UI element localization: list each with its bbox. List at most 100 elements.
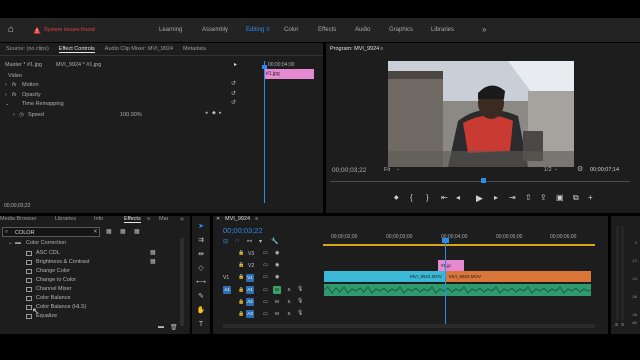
close-sequence-icon[interactable]: ✕ xyxy=(216,216,220,222)
new-bin-icon[interactable]: ▬ xyxy=(158,324,164,330)
tab-effects[interactable]: Effects xyxy=(318,18,336,42)
effect-channel-mixer[interactable]: Channel Mixer xyxy=(36,286,71,292)
effect-color-balance[interactable]: Color Balance xyxy=(36,295,71,301)
track-target-v1[interactable]: V1 xyxy=(246,274,254,282)
ec-clip-bar[interactable]: #1.jpg xyxy=(264,69,314,79)
track-label-v2[interactable]: V2 xyxy=(248,263,254,269)
mark-in-icon[interactable]: { xyxy=(410,193,413,202)
next-keyframe-icon[interactable]: ▸ xyxy=(219,110,222,116)
program-playhead[interactable] xyxy=(481,178,486,183)
more-tabs-icon[interactable]: » xyxy=(180,216,184,223)
yuv-effects-icon[interactable]: ▦ xyxy=(134,228,140,235)
step-back-icon[interactable]: ◂ xyxy=(456,193,460,202)
track-select-tool-icon[interactable]: ⇉ xyxy=(196,236,206,246)
meter-solo-left[interactable]: S xyxy=(615,322,618,327)
speed-stopwatch-icon[interactable]: ◷ xyxy=(19,112,24,118)
meter-solo-right[interactable]: S xyxy=(621,322,624,327)
fit-dropdown-icon[interactable]: ⌄ xyxy=(396,166,400,172)
expand-speed-icon[interactable]: › xyxy=(13,112,15,118)
lock-icon[interactable]: 🔒 xyxy=(238,262,244,268)
program-timecode[interactable]: 00;00;03;22 xyxy=(332,167,366,174)
tab-markers[interactable]: Mar xyxy=(159,216,168,222)
clip-v1-a[interactable]: MVI_9924.MOV xyxy=(324,271,445,282)
tab-graphics[interactable]: Graphics xyxy=(389,18,413,42)
track-target-a2[interactable]: A2 xyxy=(246,298,254,306)
expand-motion-icon[interactable]: › xyxy=(5,82,7,88)
opacity-label[interactable]: Opacity xyxy=(22,92,41,98)
timeline-playhead[interactable] xyxy=(445,240,446,324)
sync-lock-icon[interactable]: ▭ xyxy=(263,299,268,305)
collapse-folder-icon[interactable]: ⌄ xyxy=(8,240,13,246)
tab-effects-panel[interactable]: Effects xyxy=(124,216,141,223)
tab-info[interactable]: Info xyxy=(94,216,103,222)
delete-icon[interactable]: 🗑 xyxy=(170,324,178,331)
prev-keyframe-icon[interactable]: ◂ xyxy=(205,110,208,116)
resolution-select[interactable]: 1/2 xyxy=(544,167,552,173)
reset-opacity-icon[interactable]: ↺ xyxy=(231,90,236,97)
ripple-edit-tool-icon[interactable]: ⇹ xyxy=(196,250,206,260)
type-tool-icon[interactable]: T xyxy=(196,320,206,330)
lock-icon[interactable]: 🔒 xyxy=(238,250,244,256)
tab-editing[interactable]: Editing xyxy=(246,18,264,42)
work-area-bar[interactable] xyxy=(323,244,595,246)
ec-playhead-handle[interactable] xyxy=(262,65,267,69)
resolution-dropdown-icon[interactable]: ⌄ xyxy=(554,166,558,172)
add-marker-icon[interactable]: ◆ xyxy=(394,194,399,201)
source-patch-v1[interactable]: V1 xyxy=(223,275,229,281)
warning-icon[interactable] xyxy=(33,26,41,34)
effects-search-field[interactable]: ⌕ COLOR ✕ xyxy=(2,227,100,237)
clip-a1-audio[interactable] xyxy=(323,284,592,296)
play-only-audio-icon[interactable]: ▸ xyxy=(234,61,237,68)
add-keyframe-icon[interactable]: ◆ xyxy=(212,110,216,116)
reset-time-remapping-icon[interactable]: ↺ xyxy=(231,99,236,106)
clip-v1-b[interactable]: MVI_9924.MOV xyxy=(445,271,591,282)
export-frame-icon[interactable]: ▣ xyxy=(556,193,564,202)
more-workspaces-icon[interactable]: » xyxy=(482,18,486,42)
lock-icon[interactable]: 🔒 xyxy=(238,274,244,280)
mute-a3-button[interactable]: M xyxy=(273,310,281,318)
button-editor-plus-icon[interactable]: + xyxy=(588,193,593,202)
lock-icon[interactable]: 🔒 xyxy=(238,311,244,317)
sequence-tab[interactable]: MVI_9924 xyxy=(225,216,250,222)
slip-tool-icon[interactable]: ⟷ xyxy=(196,278,206,288)
effect-change-to-color[interactable]: Change to Color xyxy=(36,277,76,283)
system-issues-text[interactable]: System issues found xyxy=(44,27,95,33)
eye-icon[interactable]: ◉ xyxy=(275,262,279,268)
tab-effect-controls[interactable]: Effect Controls xyxy=(58,46,95,53)
pen-tool-icon[interactable]: ✎ xyxy=(196,292,206,302)
voiceover-record-icon[interactable]: 🎙 xyxy=(297,286,303,292)
tab-libraries-panel[interactable]: Libraries xyxy=(55,216,76,222)
voiceover-record-icon[interactable]: 🎙 xyxy=(297,310,303,316)
effect-change-color[interactable]: Change Color xyxy=(36,268,70,274)
tab-audio-clip-mixer[interactable]: Audio Clip Mixer: MVI_9924 xyxy=(105,46,173,52)
effects-scrollbar[interactable] xyxy=(180,238,184,326)
sync-lock-icon[interactable]: ▭ xyxy=(263,287,268,293)
solo-a3-button[interactable]: S xyxy=(285,310,293,318)
fit-select[interactable]: Fit xyxy=(384,167,390,173)
32bit-effects-icon[interactable]: ▦ xyxy=(120,228,126,235)
reset-motion-icon[interactable]: ↺ xyxy=(231,80,236,87)
sequence-menu-icon[interactable]: ≡ xyxy=(255,216,258,222)
solo-a1-button[interactable]: S xyxy=(285,286,293,294)
sync-lock-icon[interactable]: ▭ xyxy=(263,250,268,256)
voiceover-record-icon[interactable]: 🎙 xyxy=(297,298,303,304)
razor-tool-icon[interactable]: ◇ xyxy=(196,264,206,274)
effect-brightness-contrast[interactable]: Brightness & Contrast xyxy=(36,259,90,265)
go-to-in-icon[interactable]: ⇤ xyxy=(441,193,448,202)
program-video-frame[interactable] xyxy=(388,61,574,167)
motion-label[interactable]: Motion xyxy=(22,82,39,88)
mute-a2-button[interactable]: M xyxy=(273,298,281,306)
tab-menu-icon[interactable]: ≡ xyxy=(266,27,270,33)
snap-icon[interactable]: ∩ xyxy=(235,238,239,244)
timeline-playhead-handle[interactable] xyxy=(442,238,449,243)
add-marker-timeline-icon[interactable]: ▾ xyxy=(259,238,262,245)
extract-icon[interactable]: ⇪ xyxy=(540,193,547,202)
speed-value[interactable]: 100.00% xyxy=(120,112,142,118)
time-remapping-label[interactable]: Time Remapping xyxy=(22,101,64,107)
lock-icon[interactable]: 🔒 xyxy=(238,287,244,293)
tab-media-browser[interactable]: Media Browser xyxy=(0,216,37,222)
mute-a1-button[interactable]: M xyxy=(273,286,281,294)
ec-footer-timecode[interactable]: 00;00;03;22 xyxy=(4,203,30,209)
sync-lock-icon[interactable]: ▭ xyxy=(263,274,268,280)
tab-assembly[interactable]: Assembly xyxy=(202,18,228,42)
